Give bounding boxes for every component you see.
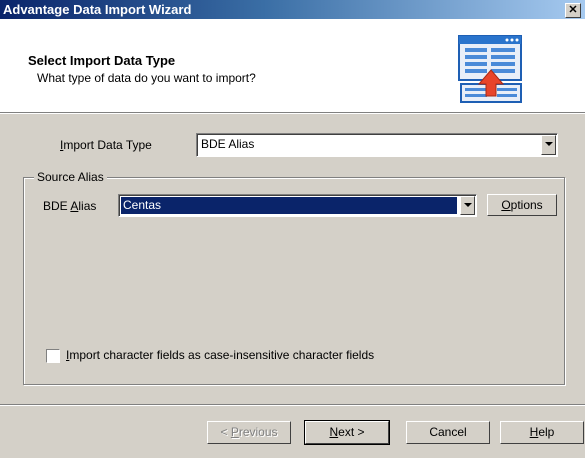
import-data-type-select[interactable]: BDE Alias [196, 133, 558, 157]
import-data-type-label: Import Data Type [60, 138, 152, 152]
previous-button-pre: < [220, 425, 231, 439]
wizard-window: Advantage Data Import Wizard ✕ Select Im… [0, 0, 585, 458]
import-table-icon [458, 35, 522, 103]
selection-highlight [121, 197, 457, 214]
help-button[interactable]: Help [500, 421, 584, 444]
footer-divider-highlight [0, 405, 585, 406]
cancel-button-label: Cancel [429, 425, 467, 439]
window-title: Advantage Data Import Wizard [3, 2, 192, 17]
next-button-label: ext > [338, 425, 365, 439]
previous-button-accel: P [230, 425, 239, 439]
previous-button[interactable]: < Previous [207, 421, 291, 444]
bde-alias-label: BDE Alias [43, 199, 96, 213]
page-subtitle: What type of data do you want to import? [37, 71, 256, 85]
title-bar[interactable]: Advantage Data Import Wizard ✕ [0, 0, 585, 19]
close-button[interactable]: ✕ [565, 3, 581, 18]
import-data-type-value: BDE Alias [201, 137, 255, 151]
options-button-accel: O [501, 198, 511, 212]
next-button-accel: N [329, 425, 339, 439]
page-title: Select Import Data Type [28, 53, 176, 68]
bde-alias-select[interactable]: Centas [118, 194, 477, 217]
source-alias-group-title: Source Alias [34, 170, 107, 184]
wizard-header: Select Import Data Type What type of dat… [0, 19, 585, 112]
header-divider-highlight [0, 113, 585, 114]
next-button[interactable]: Next > [304, 420, 390, 445]
bde-alias-value: Centas [123, 198, 162, 212]
import-data-type-label-text: mport Data Type [63, 138, 152, 152]
case-insensitive-checkbox-label[interactable]: Import character fields as case-insensit… [66, 348, 374, 362]
bde-alias-label-text: lias [78, 199, 97, 213]
help-button-label: elp [538, 425, 555, 439]
case-insensitive-checkbox[interactable] [46, 349, 60, 363]
bde-alias-label-pre: BDE [43, 199, 71, 213]
cancel-button[interactable]: Cancel [406, 421, 490, 444]
chevron-down-icon[interactable] [460, 196, 475, 215]
previous-button-label: revious [238, 425, 278, 439]
checkbox-label-text: mport character fields as case-insensiti… [69, 348, 375, 362]
options-button[interactable]: Options [487, 194, 557, 216]
chevron-down-icon[interactable] [541, 135, 556, 155]
close-icon: ✕ [568, 4, 578, 16]
options-button-label: ptions [510, 198, 543, 212]
